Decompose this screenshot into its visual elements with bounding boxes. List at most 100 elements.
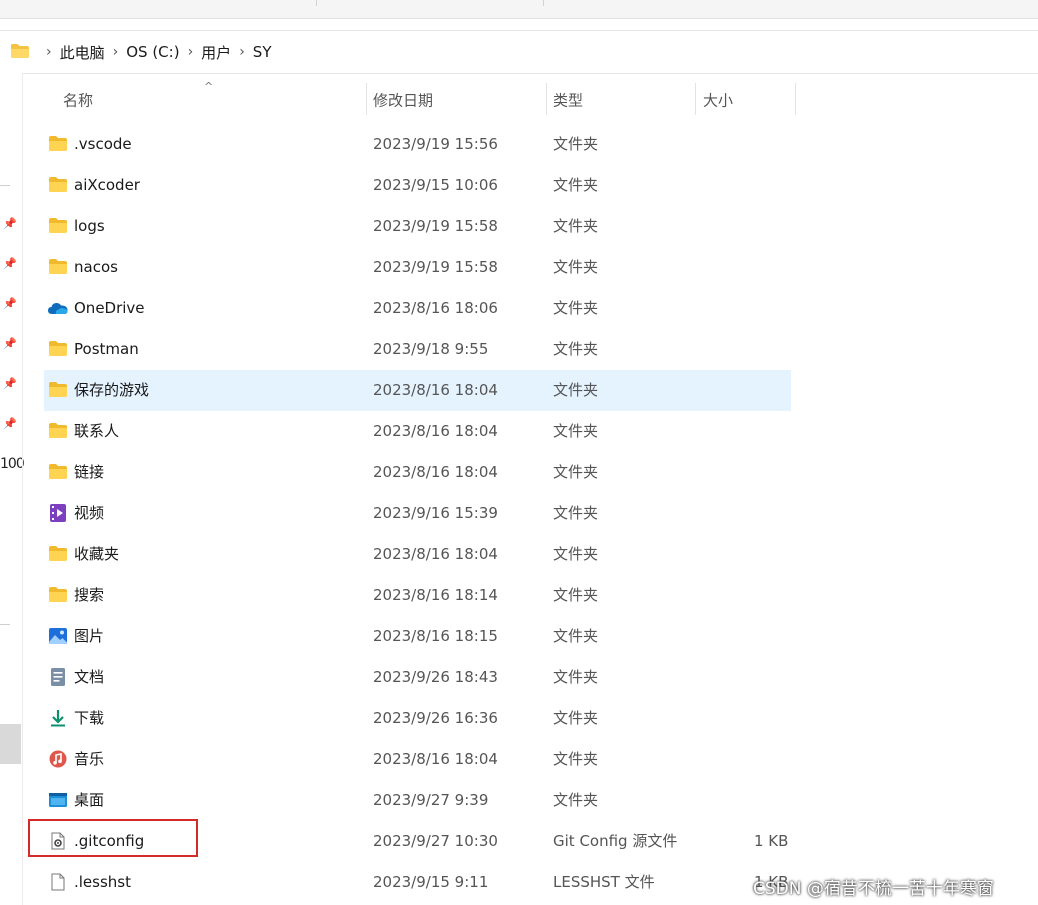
file-name: 联系人 [74,422,120,440]
file-modified-date: 2023/9/19 15:58 [373,258,498,276]
file-row[interactable]: OneDrive 2023/8/16 18:06 文件夹 [44,288,791,329]
breadcrumb-item-sy[interactable]: SY [253,43,272,61]
documents-folder-icon [51,668,65,686]
file-modified-date: 2023/9/19 15:56 [373,135,498,153]
column-separator[interactable] [546,83,547,115]
file-type: 文件夹 [553,545,599,563]
file-row[interactable]: .lesshst 2023/9/15 9:11 LESSHST 文件 1 KB [44,862,791,903]
column-header-name[interactable]: 名称 [63,90,93,111]
nav-divider [0,185,10,186]
file-row[interactable]: 收藏夹 2023/8/16 18:04 文件夹 [44,534,791,575]
file-modified-date: 2023/8/16 18:15 [373,627,498,645]
column-header-date[interactable]: 修改日期 [373,90,433,111]
file-row[interactable]: .vscode 2023/9/19 15:56 文件夹 [44,124,791,165]
folder-icon [49,218,67,233]
file-modified-date: 2023/8/16 18:04 [373,463,498,481]
nav-scrollbar-thumb[interactable] [0,724,21,764]
file-modified-date: 2023/8/16 18:04 [373,422,498,440]
folder-icon [49,423,67,438]
file-type: 文件夹 [553,422,599,440]
annotation-highlight-box [28,819,198,857]
file-modified-date: 2023/9/26 16:36 [373,709,498,727]
file-name: .vscode [74,135,132,153]
file-row[interactable]: 视频 2023/9/16 15:39 文件夹 [44,493,791,534]
file-type: 文件夹 [553,258,599,276]
pin-icon[interactable]: 📌 [3,377,17,390]
chevron-right-icon[interactable]: › [239,44,245,60]
folder-icon [49,587,67,602]
file-name: .lesshst [74,873,131,891]
pin-icon[interactable]: 📌 [3,417,17,430]
file-name: nacos [74,258,118,276]
file-list: .vscode 2023/9/19 15:56 文件夹 aiXcoder 2023/9/… [44,124,791,903]
video-folder-icon [50,504,66,522]
file-modified-date: 2023/8/16 18:04 [373,381,498,399]
music-folder-icon [49,750,67,768]
watermark: CSDN @宿昔不梳一苦十年寒窗 [753,879,994,899]
file-name: 保存的游戏 [74,381,150,399]
file-name: 文档 [74,668,105,686]
folder-icon [11,44,29,58]
column-separator[interactable] [795,83,796,115]
column-header-size[interactable]: 大小 [703,90,733,111]
column-header-type[interactable]: 类型 [553,90,583,111]
file-name: 视频 [74,504,105,522]
chevron-right-icon[interactable]: › [113,44,119,60]
pin-icon[interactable]: 📌 [3,257,17,270]
breadcrumb-item-users[interactable]: 用户 [201,42,231,63]
file-row[interactable]: 链接 2023/8/16 18:04 文件夹 [44,452,791,493]
onedrive-cloud-icon [48,303,68,314]
column-separator[interactable] [366,83,367,115]
file-type: 文件夹 [553,750,599,768]
file-type: 文件夹 [553,299,599,317]
downloads-arrow-icon [51,710,65,727]
file-modified-date: 2023/9/16 15:39 [373,504,498,522]
file-row[interactable]: logs 2023/9/19 15:58 文件夹 [44,206,791,247]
file-name: 收藏夹 [74,545,120,563]
pin-icon[interactable]: 📌 [3,337,17,350]
file-modified-date: 2023/8/16 18:14 [373,586,498,604]
column-separator[interactable] [695,83,696,115]
chevron-right-icon[interactable]: › [46,44,52,60]
file-row[interactable]: Postman 2023/9/18 9:55 文件夹 [44,329,791,370]
file-row[interactable]: 文档 2023/9/26 18:43 文件夹 [44,657,791,698]
file-row[interactable]: 联系人 2023/8/16 18:04 文件夹 [44,411,791,452]
file-modified-date: 2023/8/16 18:06 [373,299,498,317]
breadcrumb-item-drive-c[interactable]: OS (C:) [126,43,179,61]
breadcrumb-item-this-pc[interactable]: 此电脑 [60,42,105,63]
file-type: 文件夹 [553,668,599,686]
file-row[interactable]: 搜索 2023/8/16 18:14 文件夹 [44,575,791,616]
file-name: aiXcoder [74,176,140,194]
file-name: 音乐 [74,750,105,768]
file-name: Postman [74,340,139,358]
file-row[interactable]: 保存的游戏 2023/8/16 18:04 文件夹 [44,370,791,411]
pin-icon[interactable]: 📌 [3,297,17,310]
file-modified-date: 2023/8/16 18:04 [373,545,498,563]
file-type: 文件夹 [553,176,599,194]
file-row[interactable]: 桌面 2023/9/27 9:39 文件夹 [44,780,791,821]
pin-icon[interactable]: 📌 [3,217,17,230]
address-bar[interactable]: › 此电脑 › OS (C:) › 用户 › SY [0,30,1038,74]
folder-icon [49,341,67,356]
file-row[interactable]: 图片 2023/8/16 18:15 文件夹 [44,616,791,657]
file-name: logs [74,217,105,235]
file-row[interactable]: 下载 2023/9/26 16:36 文件夹 [44,698,791,739]
file-type: 文件夹 [553,504,599,522]
file-row[interactable]: 音乐 2023/8/16 18:04 文件夹 [44,739,791,780]
file-row[interactable]: aiXcoder 2023/9/15 10:06 文件夹 [44,165,791,206]
file-name: 链接 [74,463,105,481]
file-type: 文件夹 [553,627,599,645]
desktop-folder-icon [49,793,67,807]
file-row[interactable]: nacos 2023/9/19 15:58 文件夹 [44,247,791,288]
nav-divider [0,624,10,625]
ribbon-bottom-edge [0,0,1038,19]
file-type: 文件夹 [553,463,599,481]
file-modified-date: 2023/9/15 9:11 [373,873,489,891]
folder-icon [49,259,67,274]
pane-divider[interactable] [22,73,23,905]
file-type: 文件夹 [553,791,599,809]
blank-file-icon [51,873,65,891]
file-type: 文件夹 [553,586,599,604]
chevron-right-icon[interactable]: › [188,44,194,60]
file-name: 搜索 [74,586,105,604]
